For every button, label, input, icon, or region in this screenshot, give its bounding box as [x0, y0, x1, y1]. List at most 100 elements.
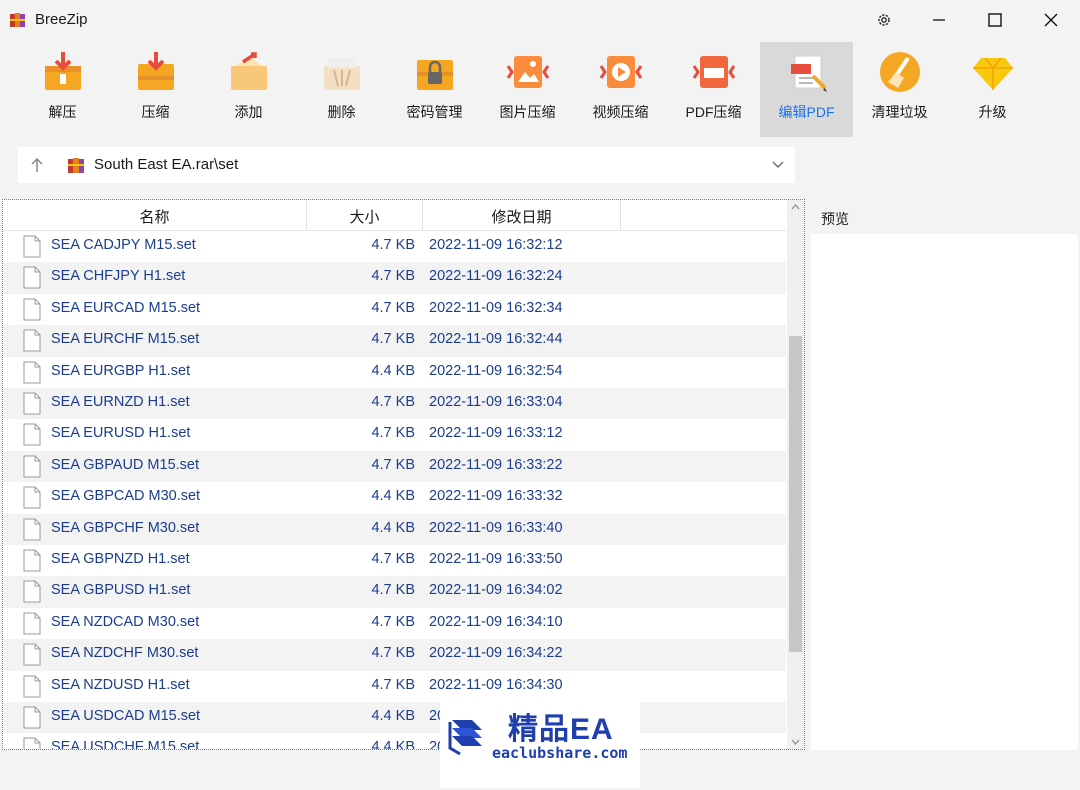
file-row[interactable]: SEA GBPAUD M15.set 4.7 KB 2022-11-09 16:33…	[3, 450, 786, 483]
scroll-down-button[interactable]	[787, 735, 804, 749]
delete-icon	[323, 58, 360, 90]
delete-button[interactable]: 删除	[295, 42, 388, 137]
preview-header: 预览	[811, 199, 1078, 234]
file-name: SEA NZDUSD H1.set	[51, 676, 190, 693]
compress-button[interactable]: 压缩	[109, 42, 202, 137]
file-name: SEA EURUSD H1.set	[51, 425, 191, 442]
file-date: 2022-11-09 16:33:04	[429, 394, 563, 410]
caret-up-icon	[791, 204, 800, 210]
maximize-icon	[988, 13, 1002, 27]
watermark-site: eaclubshare.com	[492, 744, 628, 762]
file-row[interactable]: SEA GBPUSD H1.set 4.7 KB 2022-11-09 16:34:…	[3, 576, 786, 608]
title-bar: BreeZip	[0, 0, 1080, 40]
file-row[interactable]: SEA NZDCAD M30.set 4.7 KB 2022-11-09 16:34…	[3, 608, 786, 639]
image-compress-button[interactable]: 图片压缩	[481, 42, 574, 137]
clean-icon	[879, 52, 920, 92]
file-row[interactable]: SEA GBPCHF M30.set 4.4 KB 2022-11-09 16:33…	[3, 513, 786, 545]
upgrade-icon	[972, 57, 1013, 90]
file-row[interactable]: SEA USDCHF M15.set4.4 KB2022-11-09 16:34…	[3, 733, 786, 749]
upgrade-label: 升级	[978, 104, 1007, 120]
file-row[interactable]: SEA NZDCHF M30.set 4.7 KB 2022-11-09 16:34…	[3, 639, 786, 671]
file-list[interactable]: 名称 大小 修改日期 SEA CADJPY M15.set 4.7 KB 2022-…	[2, 199, 805, 750]
chevron-down-icon[interactable]	[771, 157, 785, 171]
archive-icon	[68, 158, 84, 173]
column-header-size[interactable]: 大小	[307, 200, 423, 230]
path-bar[interactable]: South East EA.rar\set	[18, 147, 795, 183]
toolbar: 解压 压缩 添加 删除 密码管理 图片压缩 视频压缩 PDF压缩 编辑PDF 清…	[16, 42, 1039, 137]
column-header-name[interactable]: 名称	[3, 200, 307, 230]
file-date: 2022-11-09 16:32:54	[429, 362, 563, 379]
file-size: 4.7 KB	[371, 582, 415, 599]
video-compress-button[interactable]: 视频压缩	[574, 42, 667, 137]
file-size: 4.7 KB	[371, 394, 415, 410]
column-header-date[interactable]: 修改日期	[423, 200, 621, 230]
file-icon	[23, 298, 41, 321]
clean-junk-button[interactable]: 清理垃圾	[853, 42, 946, 137]
vertical-scrollbar[interactable]	[787, 200, 804, 749]
file-icon	[23, 423, 41, 446]
file-icon	[23, 580, 41, 603]
file-row[interactable]: SEA EURCHF M15.set 4.7 KB 2022-11-09 16:32…	[3, 325, 786, 357]
video-compress-icon	[599, 56, 642, 88]
edit-pdf-button[interactable]: 编辑PDF	[760, 42, 853, 137]
maximize-button[interactable]	[967, 0, 1023, 40]
file-icon	[23, 643, 41, 666]
file-row[interactable]: SEA GBPCAD M30.set 4.4 KB 2022-11-09 16:33…	[3, 482, 786, 513]
file-size: 4.7 KB	[371, 613, 415, 630]
file-name: SEA EURCHF M15.set	[51, 331, 200, 348]
file-icon	[23, 235, 41, 258]
file-size: 4.7 KB	[371, 551, 415, 567]
upgrade-button[interactable]: 升级	[946, 42, 1039, 137]
file-icon	[23, 361, 41, 384]
pdf-compress-label: PDF压缩	[685, 104, 742, 120]
file-name: SEA GBPAUD M15.set	[51, 456, 200, 473]
file-icon	[23, 392, 41, 415]
file-row[interactable]: SEA USDCAD M15.set4.4 KB2022-11-09 16:34…	[3, 702, 786, 734]
gear-icon	[878, 14, 890, 26]
file-icon	[23, 612, 41, 635]
file-row[interactable]: SEA EURCAD M15.set 4.7 KB 2022-11-09 16:32…	[3, 294, 786, 325]
minimize-button[interactable]	[911, 0, 967, 40]
file-name: SEA GBPUSD H1.set	[51, 582, 191, 599]
add-button[interactable]: 添加	[202, 42, 295, 137]
scrollbar-thumb[interactable]	[789, 336, 802, 652]
file-name: SEA EURGBP H1.set	[51, 362, 191, 379]
add-icon	[230, 52, 267, 90]
file-name: SEA NZDCHF M30.set	[51, 645, 199, 662]
path-text: South East EA.rar\set	[94, 156, 239, 173]
clean-label: 清理垃圾	[871, 104, 928, 120]
up-button[interactable]	[18, 147, 56, 183]
file-row[interactable]: SEA EURUSD H1.set 4.7 KB 2022-11-09 16:33:…	[3, 419, 786, 450]
video-compress-label: 视频压缩	[592, 104, 649, 120]
close-button[interactable]	[1023, 0, 1079, 40]
edit-pdf-icon	[790, 55, 827, 92]
file-row[interactable]: SEA NZDUSD H1.set 4.7 KB 2022-11-09 16:34:…	[3, 671, 786, 702]
file-row[interactable]: SEA CHFJPY H1.set 4.7 KB 2022-11-09 16:32:…	[3, 262, 786, 294]
file-date: 2022-11-09 16:34:22	[429, 645, 563, 662]
file-size: 4.4 KB	[371, 488, 415, 505]
extract-button[interactable]: 解压	[16, 42, 109, 137]
file-row[interactable]: SEA CADJPY M15.set 4.7 KB 2022-11-09 16:32…	[3, 231, 786, 262]
file-size: 4.4 KB	[371, 708, 415, 724]
file-row[interactable]: SEA EURGBP H1.set 4.4 KB 2022-11-09 16:32:…	[3, 357, 786, 388]
file-size: 4.4 KB	[371, 519, 415, 536]
settings-button[interactable]	[856, 0, 912, 40]
file-size: 4.7 KB	[371, 268, 415, 285]
file-date: 2022-11-09 16:33:32	[429, 488, 563, 505]
file-size: 4.4 KB	[371, 362, 415, 379]
file-row[interactable]: SEA GBPNZD H1.set 4.7 KB 2022-11-09 16:33:…	[3, 545, 786, 576]
file-size: 4.7 KB	[371, 331, 415, 348]
pdf-compress-button[interactable]: PDF压缩	[667, 42, 760, 137]
password-manager-button[interactable]: 密码管理	[388, 42, 481, 137]
file-size: 4.7 KB	[371, 237, 415, 253]
extract-icon	[44, 52, 81, 90]
file-size: 4.7 KB	[371, 645, 415, 662]
scroll-up-button[interactable]	[787, 200, 804, 214]
file-size: 4.7 KB	[371, 456, 415, 473]
file-icon	[23, 706, 41, 729]
app-title: BreeZip	[35, 11, 88, 28]
watermark-title: 精品EA	[508, 713, 614, 746]
file-row[interactable]: SEA EURNZD H1.set 4.7 KB 2022-11-09 16:33:…	[3, 388, 786, 420]
file-icon	[23, 549, 41, 572]
file-name: SEA USDCAD M15.set	[51, 708, 201, 724]
